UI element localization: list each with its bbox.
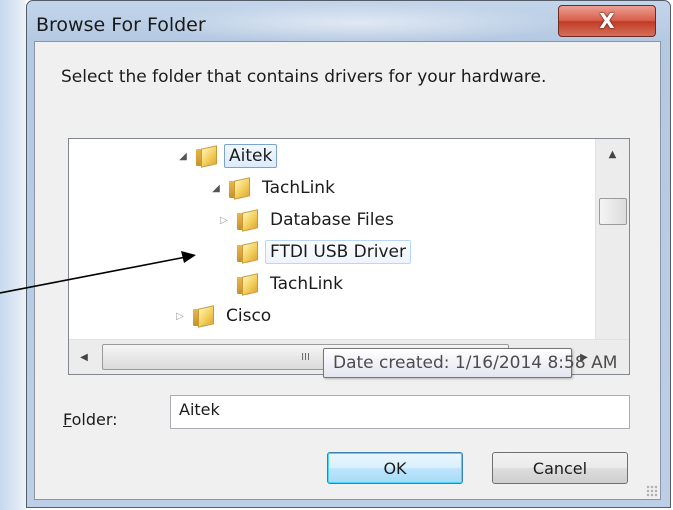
tree-item-label: FTDI USB Driver [265,240,411,264]
browse-for-folder-dialog: Browse For Folder X Select the folder th… [26,0,671,508]
folder-icon [229,176,250,200]
tree-item-tachlink[interactable]: ◢ TachLink [209,173,340,203]
window-title: Browse For Folder [36,14,206,36]
dialog-body: Select the folder that contains drivers … [34,41,661,500]
dialog-description: Select the folder that contains drivers … [61,67,547,87]
folder-icon [237,208,258,232]
tree-item-label: Database Files [270,210,394,230]
triangle-expanded-icon[interactable]: ◢ [209,181,223,195]
triangle-collapsed-icon[interactable]: ▷ [217,213,231,227]
ok-button[interactable]: OK [327,452,463,484]
triangle-expanded-icon[interactable]: ◢ [176,149,190,163]
folder-label-accelerator: F [63,410,72,429]
tree-item-label: TachLink [270,274,343,294]
scroll-left-icon[interactable]: ◀ [69,340,99,374]
desktop-background [0,0,26,510]
folder-icon [237,272,258,296]
tree-item-label: TachLink [262,178,335,198]
date-created-tooltip: Date created: 1/16/2014 8:58 AM [323,348,617,378]
vertical-scrollbar[interactable]: ▲ [595,139,629,339]
folder-input[interactable] [170,395,630,429]
folder-label-rest: older: [71,410,118,429]
tree-item-cisco[interactable]: ▷ Cisco [173,301,276,331]
folder-icon [196,144,217,168]
resize-grip-icon[interactable] [646,485,658,497]
folder-icon [237,240,258,264]
tree-item-tachlink-child[interactable]: TachLink [237,269,348,299]
tree-item-label: Cisco [226,306,272,326]
scroll-up-icon[interactable]: ▲ [596,139,629,169]
tree-item-aitek[interactable]: ◢ Aitek [176,141,278,171]
folder-field-label: Folder: [63,410,118,429]
title-bar-highlight [147,3,567,43]
tree-item-label: Aitek [224,144,278,168]
close-button[interactable]: X [558,5,656,37]
cancel-button[interactable]: Cancel [492,452,628,484]
triangle-collapsed-icon[interactable]: ▷ [173,309,187,323]
tree-item-ftdi-usb-driver[interactable]: FTDI USB Driver [237,237,411,267]
close-icon: X [599,9,615,33]
scroll-grip-icon: III [301,351,310,363]
vertical-scroll-thumb[interactable] [599,198,627,225]
folder-tree[interactable]: ◢ Aitek ◢ TachLink ▷ Database Files FTDI… [68,138,630,375]
tree-item-database-files[interactable]: ▷ Database Files [217,205,399,235]
folder-icon [193,304,214,328]
